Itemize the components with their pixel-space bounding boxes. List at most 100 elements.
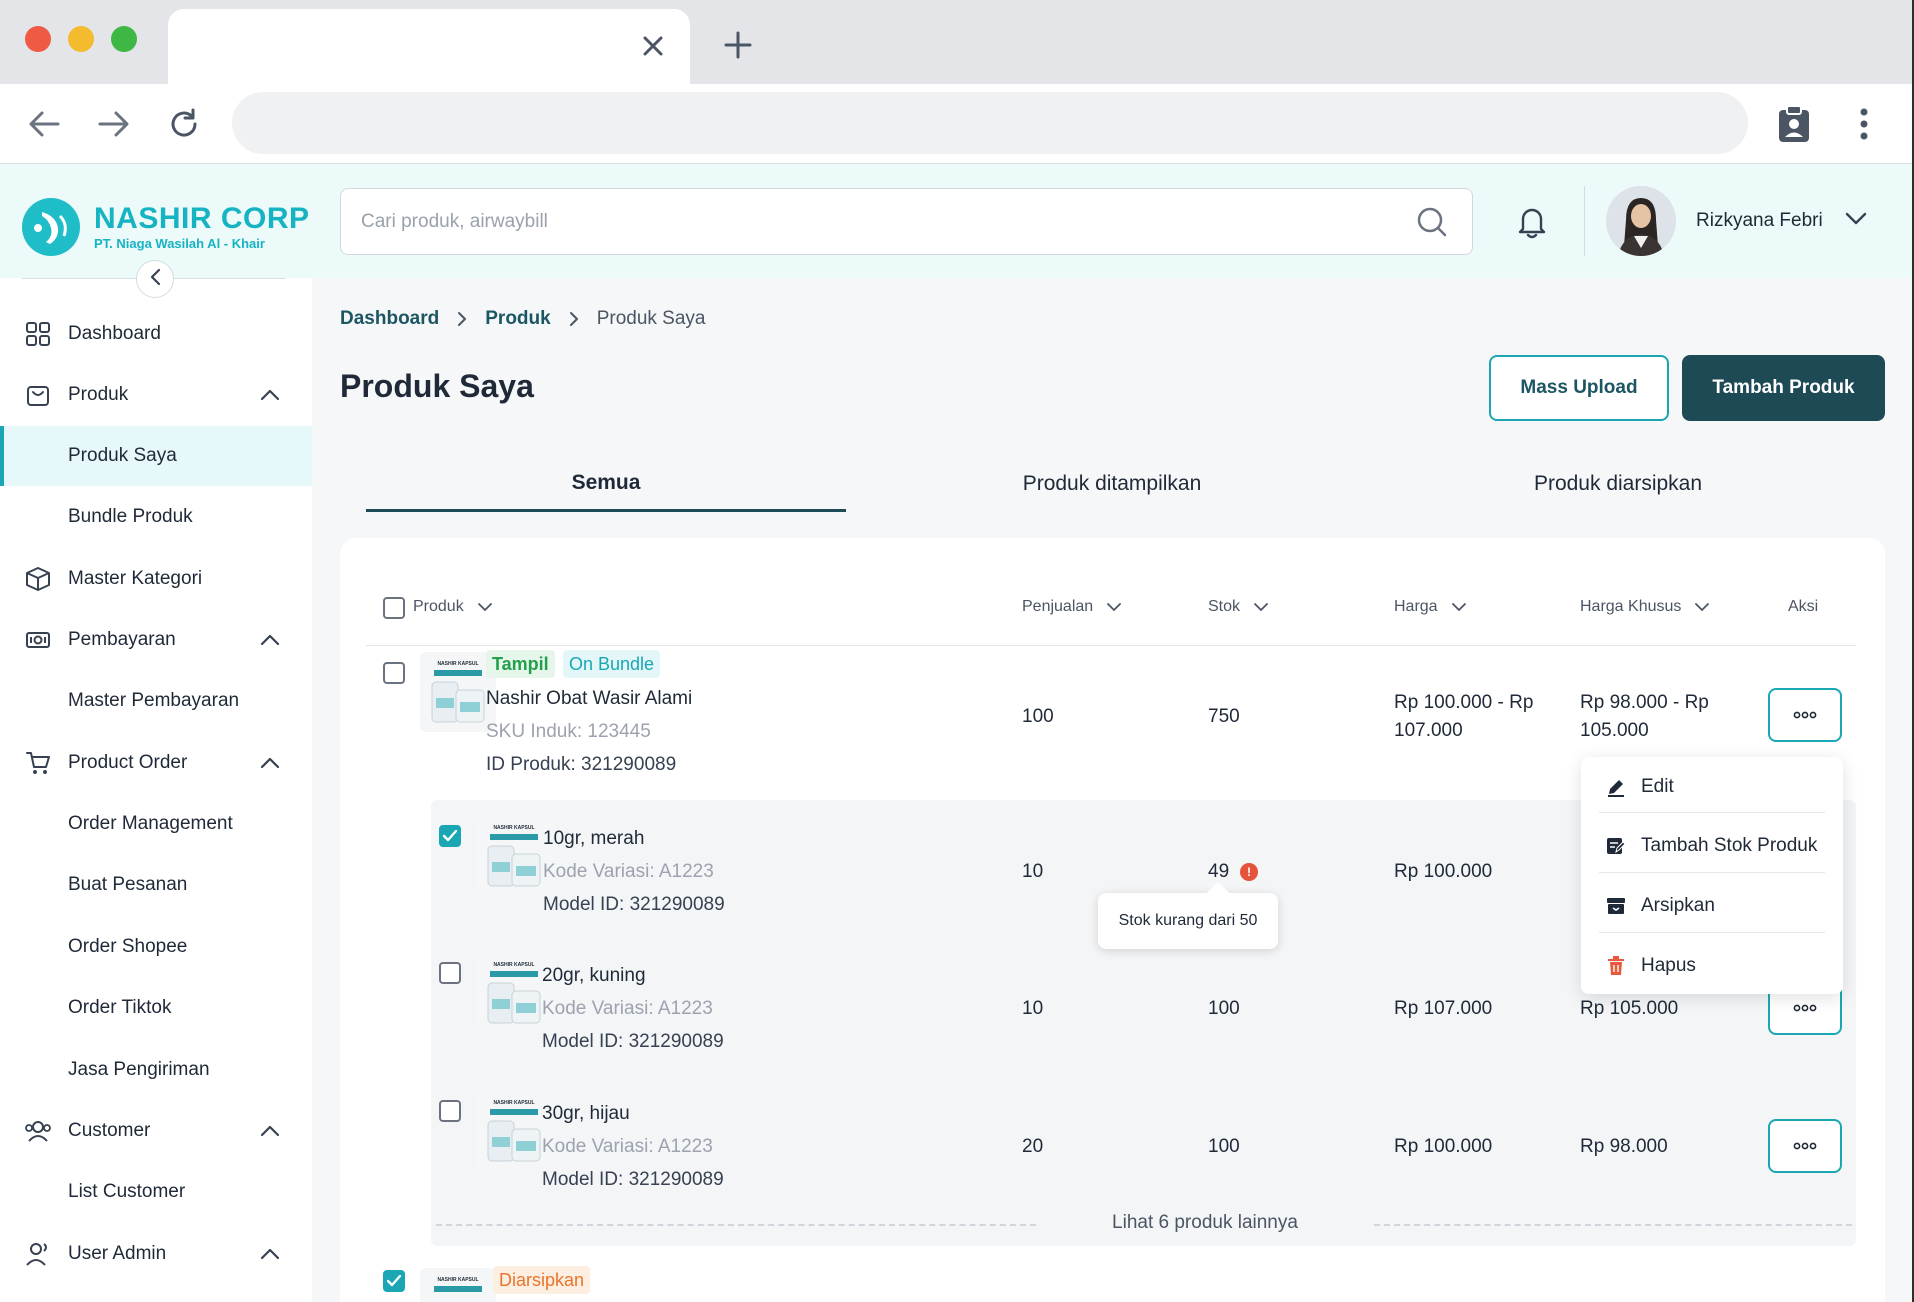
sidebar-item-pembayaran[interactable]: Pembayaran	[0, 610, 312, 670]
column-header-produk[interactable]: Produk	[413, 592, 494, 622]
more-horizontal-icon	[1793, 706, 1817, 724]
sidebar-item-customer[interactable]: Customer	[0, 1101, 312, 1161]
sidebar-item-produk[interactable]: Produk	[0, 365, 312, 425]
forward-arrow-icon[interactable]	[92, 102, 136, 146]
reload-icon[interactable]	[162, 102, 206, 146]
column-header-harga-khusus[interactable]: Harga Khusus	[1580, 592, 1711, 622]
chevron-down-icon	[476, 598, 494, 616]
more-horizontal-icon	[1793, 999, 1817, 1017]
product-special-price-line-1: Rp 98.000 - Rp	[1580, 692, 1709, 713]
chevron-down-icon[interactable]	[1845, 212, 1867, 231]
search-icon[interactable]	[1412, 202, 1452, 242]
variant-sales: 10	[1022, 861, 1044, 882]
breadcrumb-dashboard[interactable]: Dashboard	[340, 308, 439, 330]
tab-produk-diarsipkan[interactable]: Produk diarsipkan	[1378, 456, 1858, 512]
sidebar-item-label: Master Kategori	[68, 568, 203, 589]
product-checkbox[interactable]	[383, 1270, 405, 1292]
variant-checkbox[interactable]	[439, 1100, 461, 1122]
user-admin-icon	[24, 1240, 52, 1268]
variant-sales: 10	[1022, 998, 1044, 1019]
window-minimize-dot[interactable]	[68, 26, 94, 52]
variant-special-price: Rp 105.000	[1580, 998, 1679, 1019]
sidebar-item-bundle-produk[interactable]: Bundle Produk	[0, 487, 312, 547]
see-more-divider-left	[436, 1224, 1036, 1226]
user-name: Rizkyana Febri	[1696, 210, 1823, 231]
variant-checkbox[interactable]	[439, 825, 461, 847]
product-actions-menu: Edit Tambah Stok Produk Arsipkan Hapus	[1581, 757, 1843, 994]
variant-checkbox[interactable]	[439, 962, 461, 984]
chevron-up-icon[interactable]	[258, 1119, 282, 1143]
back-arrow-icon[interactable]	[22, 102, 66, 146]
column-header-harga[interactable]: Harga	[1394, 592, 1468, 622]
select-all-checkbox[interactable]	[383, 597, 405, 619]
menu-item-edit[interactable]: Edit	[1581, 757, 1843, 817]
tab-produk-ditampilkan[interactable]: Produk ditampilkan	[872, 456, 1352, 512]
variant-thumbnail: NASHIR KAPSUL	[476, 816, 552, 896]
variant-stock: 100	[1208, 1136, 1240, 1157]
menu-item-label: Hapus	[1641, 955, 1696, 976]
column-header-penjualan[interactable]: Penjualan	[1022, 592, 1123, 622]
sidebar-item-list-customer[interactable]: List Customer	[0, 1162, 312, 1222]
menu-item-hapus[interactable]: Hapus	[1581, 936, 1843, 996]
menu-item-tambah-stok[interactable]: Tambah Stok Produk	[1581, 816, 1843, 876]
menu-divider	[1599, 812, 1825, 813]
sidebar-item-order-management[interactable]: Order Management	[0, 794, 312, 854]
avatar	[1606, 186, 1676, 256]
add-product-button[interactable]: Tambah Produk	[1682, 355, 1885, 421]
sidebar-item-order-shopee[interactable]: Order Shopee	[0, 917, 312, 977]
see-more-link[interactable]: Lihat 6 produk lainnya	[1040, 1212, 1370, 1234]
product-tabs: Semua Produk ditampilkan Produk diarsipk…	[366, 456, 1866, 512]
product-price-line-2: 107.000	[1394, 720, 1463, 741]
chevron-up-icon[interactable]	[258, 383, 282, 407]
menu-item-arsipkan[interactable]: Arsipkan	[1581, 876, 1843, 936]
low-stock-warning-icon[interactable]: !	[1240, 863, 1258, 881]
sidebar-item-product-order[interactable]: Product Order	[0, 733, 312, 793]
variant-actions-button[interactable]	[1768, 1119, 1842, 1173]
sidebar-item-produk-saya[interactable]: Produk Saya	[0, 426, 312, 486]
browser-menu-icon[interactable]	[1842, 102, 1886, 146]
sidebar-collapse-button[interactable]	[136, 260, 174, 298]
address-bar[interactable]	[232, 92, 1748, 154]
browser-tab[interactable]	[168, 9, 690, 84]
window-close-dot[interactable]	[25, 26, 51, 52]
sidebar-item-dashboard[interactable]: Dashboard	[0, 304, 312, 364]
sidebar-item-order-tiktok[interactable]: Order Tiktok	[0, 978, 312, 1038]
sidebar-item-master-kategori[interactable]: Master Kategori	[0, 549, 312, 609]
chevron-up-icon[interactable]	[258, 628, 282, 652]
notification-bell-icon[interactable]	[1512, 202, 1552, 242]
new-tab-icon[interactable]	[720, 27, 756, 63]
chevron-up-icon[interactable]	[258, 751, 282, 775]
thumb-label: NASHIR KAPSUL	[437, 661, 478, 667]
clipboard-profile-icon[interactable]	[1772, 102, 1816, 146]
chevron-up-icon[interactable]	[258, 1242, 282, 1266]
archive-icon	[1605, 895, 1627, 917]
tab-semua[interactable]: Semua	[366, 456, 846, 512]
sidebar-item-label: Bundle Produk	[68, 506, 193, 527]
sidebar-item-label: Dashboard	[68, 323, 161, 344]
product-sku: SKU Induk: 123445	[486, 721, 651, 742]
header-divider	[1584, 186, 1585, 256]
product-actions-button[interactable]	[1768, 688, 1842, 742]
low-stock-tooltip: Stok kurang dari 50	[1098, 893, 1278, 949]
mass-upload-button[interactable]: Mass Upload	[1489, 355, 1669, 421]
product-checkbox[interactable]	[383, 662, 405, 684]
sidebar-item-user-admin[interactable]: User Admin	[0, 1224, 312, 1284]
sidebar-item-jasa-pengiriman[interactable]: Jasa Pengiriman	[0, 1040, 312, 1100]
browser-toolbar	[0, 84, 1914, 164]
brand-logo[interactable]: NASHIR CORP PT. Niaga Wasilah Al - Khair	[22, 198, 310, 256]
breadcrumb-produk[interactable]: Produk	[485, 308, 550, 330]
sidebar-item-label: Customer	[68, 1120, 151, 1141]
column-header-stok[interactable]: Stok	[1208, 592, 1270, 622]
search-input[interactable]	[341, 189, 1412, 254]
user-menu[interactable]: Rizkyana Febri	[1606, 186, 1867, 256]
product-name[interactable]: Nashir Obat Wasir Alami	[486, 688, 692, 710]
status-badge-on-bundle: On Bundle	[563, 650, 661, 678]
product-special-price-line-2: 105.000	[1580, 720, 1649, 741]
sidebar-item-buat-pesanan[interactable]: Buat Pesanan	[0, 855, 312, 915]
sidebar-item-master-pembayaran[interactable]: Master Pembayaran	[0, 671, 312, 731]
tab-close-icon[interactable]	[638, 31, 668, 61]
thumb-label: NASHIR KAPSUL	[493, 1100, 534, 1106]
chevron-left-icon	[149, 268, 161, 291]
window-maximize-dot[interactable]	[111, 26, 137, 52]
menu-item-label: Tambah Stok Produk	[1641, 835, 1818, 856]
